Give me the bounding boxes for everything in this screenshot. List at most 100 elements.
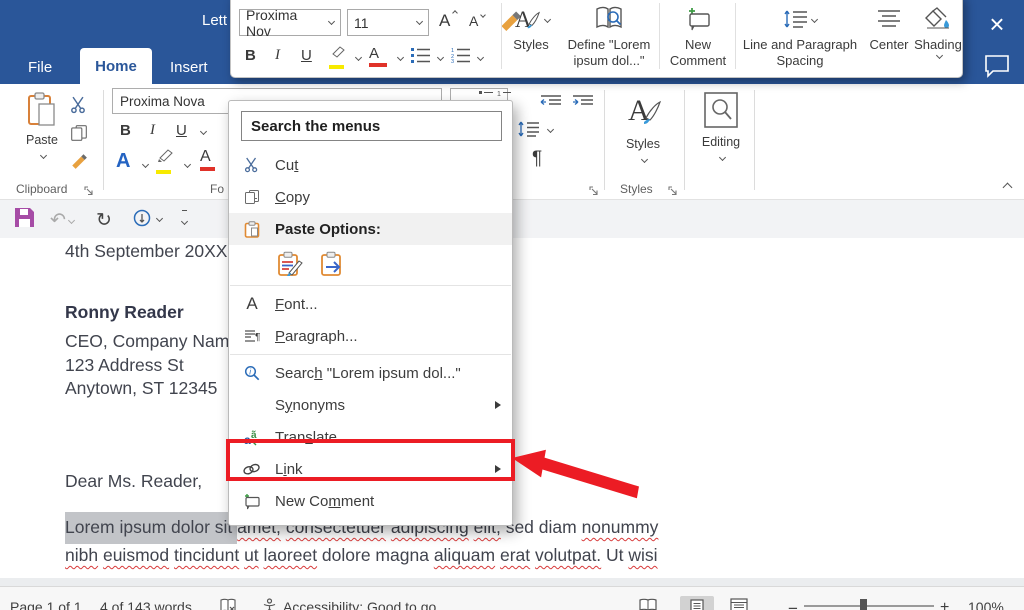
paste-options-row	[229, 245, 512, 283]
mini-font-size-combo[interactable]: 11	[347, 9, 429, 36]
menu-item-new-comment[interactable]: New Comment	[229, 485, 512, 517]
italic-button[interactable]: I	[150, 122, 155, 139]
tab-home[interactable]: Home	[80, 48, 152, 84]
editing-chevron[interactable]	[719, 154, 726, 161]
shading-button[interactable]: Shading	[917, 1, 959, 75]
mini-font-color-chevron[interactable]	[397, 54, 404, 61]
read-mode-button[interactable]	[638, 598, 658, 610]
line-spacing-mini-chevron[interactable]	[811, 15, 818, 22]
close-window-button[interactable]: ×	[980, 8, 1014, 40]
zoom-slider-handle[interactable]	[860, 599, 867, 610]
annotation-highlight-box	[226, 439, 515, 481]
mini-font-color-button[interactable]: A	[369, 45, 387, 67]
mini-bullets-chevron[interactable]	[437, 54, 444, 61]
styles-icon: A	[622, 90, 664, 132]
text-effects-button[interactable]: A	[116, 150, 130, 173]
paste-icon	[242, 221, 262, 238]
cut-icon	[242, 157, 262, 173]
shading-chevron[interactable]	[936, 52, 943, 59]
tab-file[interactable]: File	[14, 50, 66, 84]
zoom-in-button[interactable]: +	[940, 599, 949, 610]
mini-font-name-combo[interactable]: Proxima Nov	[239, 9, 341, 36]
print-layout-button[interactable]	[680, 596, 714, 610]
styles-chevron[interactable]	[641, 156, 648, 163]
paste-keep-text-only-button[interactable]	[318, 249, 348, 279]
mini-bullets-button[interactable]	[411, 47, 431, 68]
customize-qat-button[interactable]	[182, 210, 187, 231]
mini-numbering-chevron[interactable]	[477, 54, 484, 61]
font-color-button[interactable]: A	[200, 148, 215, 171]
mini-numbering-button[interactable]: 123	[451, 47, 471, 68]
underline-button[interactable]: U	[176, 122, 187, 139]
highlight-button[interactable]	[156, 148, 176, 174]
center-align-button[interactable]: Center	[865, 1, 913, 75]
save-button[interactable]	[13, 206, 36, 229]
mini-styles-button[interactable]: A Styles	[505, 1, 557, 75]
highlight-chevron[interactable]	[184, 161, 191, 168]
menu-item-search-selection[interactable]: i Search "Lorem ipsum dol..."	[229, 357, 512, 389]
decrease-indent-button[interactable]	[540, 94, 562, 113]
smart-lookup-icon: i	[242, 365, 262, 382]
menu-search-input[interactable]	[241, 111, 502, 141]
grow-font-button[interactable]: A	[439, 11, 457, 31]
tab-insert[interactable]: Insert	[156, 50, 222, 84]
web-layout-button[interactable]	[730, 598, 748, 610]
line-spacing-chevron[interactable]	[547, 126, 554, 133]
menu-item-copy[interactable]: Copy	[229, 181, 512, 213]
mini-highlight-chevron[interactable]	[355, 54, 362, 61]
mini-highlight-button[interactable]	[329, 45, 349, 69]
menu-item-synonyms[interactable]: Synonyms	[229, 389, 512, 421]
underline-dropdown-chevron[interactable]	[200, 128, 207, 135]
new-comment-icon	[684, 6, 712, 32]
proofing-errors-icon[interactable]	[220, 598, 237, 610]
svg-text:1: 1	[497, 91, 501, 98]
word-count[interactable]: 4 of 143 words	[100, 599, 192, 610]
increase-indent-button[interactable]	[572, 94, 594, 113]
collapse-ribbon-chevron[interactable]	[1003, 183, 1013, 193]
page-indicator[interactable]: Page 1 of 1	[10, 599, 82, 610]
touch-mode-chevron[interactable]	[156, 214, 163, 221]
mini-bold-button[interactable]: B	[245, 47, 256, 64]
shrink-font-button[interactable]: A	[469, 13, 485, 29]
line-spacing-button[interactable]	[517, 120, 541, 143]
mini-new-comment-button[interactable]: New Comment	[663, 1, 733, 75]
editing-icon	[702, 90, 740, 130]
format-painter-button[interactable]	[70, 152, 88, 175]
menu-item-cut[interactable]: Cut	[229, 149, 512, 181]
paste-dropdown-chevron[interactable]	[40, 152, 47, 159]
svg-text:3: 3	[451, 59, 454, 63]
paragraph-dialog-launcher[interactable]	[589, 183, 599, 193]
zoom-out-button[interactable]: −	[788, 599, 798, 610]
clipboard-dialog-launcher[interactable]	[84, 183, 94, 193]
mini-italic-button[interactable]: I	[275, 47, 280, 64]
accessibility-icon[interactable]	[262, 598, 277, 610]
show-formatting-button[interactable]: ¶	[532, 148, 542, 170]
bold-button[interactable]: B	[120, 122, 131, 139]
line-paragraph-spacing-button[interactable]: Line and Paragraph Spacing	[739, 1, 861, 75]
copy-button[interactable]	[70, 124, 88, 147]
touch-mouse-mode-button[interactable]	[132, 207, 162, 229]
menu-item-paragraph[interactable]: ¶ Paragraph...	[229, 320, 512, 352]
text-effects-chevron[interactable]	[142, 161, 149, 168]
editing-button[interactable]: Editing	[692, 90, 750, 167]
redo-button[interactable]: ↻	[96, 209, 112, 232]
cut-button[interactable]	[70, 96, 88, 119]
comments-icon[interactable]	[984, 54, 1010, 83]
styles-icon: A	[512, 4, 542, 34]
paste-button[interactable]: Paste	[14, 92, 70, 165]
mini-underline-button[interactable]: U	[301, 47, 312, 64]
styles-dialog-launcher[interactable]	[668, 183, 678, 193]
styles-button[interactable]: A Styles	[612, 90, 674, 169]
define-button[interactable]: Define "Lorem ipsum dol..."	[563, 1, 655, 75]
paste-keep-source-formatting-button[interactable]	[275, 249, 305, 279]
menu-item-font[interactable]: A Font...	[229, 288, 512, 320]
zoom-slider-track[interactable]	[804, 605, 934, 607]
menu-item-paste-options: Paste Options:	[229, 213, 512, 245]
mini-styles-chevron[interactable]	[544, 15, 551, 22]
letter-date: 4th September 20XX	[65, 241, 227, 262]
undo-button[interactable]: ↶	[50, 209, 74, 232]
status-bar: Page 1 of 1 4 of 143 words Accessibility…	[0, 586, 1024, 610]
zoom-level[interactable]: 100%	[968, 599, 1004, 610]
accessibility-status[interactable]: Accessibility: Good to go	[283, 599, 436, 610]
document-title: Lett	[202, 12, 227, 29]
